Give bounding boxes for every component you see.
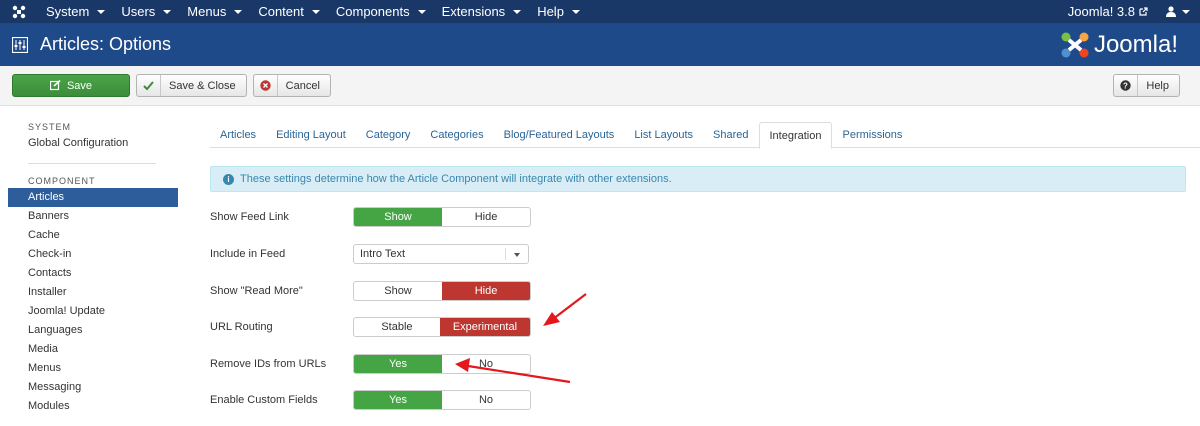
- sidebar-item-menus[interactable]: Menus: [8, 359, 178, 378]
- menu-users[interactable]: Users: [113, 0, 179, 23]
- tab-blog-featured-layouts[interactable]: Blog/Featured Layouts: [494, 122, 625, 148]
- page-header: Articles: Options Joomla!: [0, 23, 1200, 66]
- top-navbar: System Users Menus Content Components Ex…: [0, 0, 1200, 23]
- field-show-feed-link: Show Feed Link Show Hide: [210, 207, 531, 227]
- joomla-brand: Joomla!: [1060, 31, 1178, 59]
- dropdown-arrow-icon: [514, 253, 520, 257]
- user-icon: [1166, 6, 1176, 17]
- sidebar-item-languages[interactable]: Languages: [8, 321, 178, 340]
- checkmark-icon: [137, 75, 161, 96]
- tab-categories[interactable]: Categories: [420, 122, 493, 148]
- sidebar-item-media[interactable]: Media: [8, 340, 178, 359]
- sidebar-heading-component: COMPONENT: [28, 176, 96, 186]
- caret-down-icon: [311, 9, 320, 14]
- menu-system[interactable]: System: [38, 0, 113, 23]
- show-feed-link-show-option[interactable]: Show: [354, 208, 442, 226]
- user-menu[interactable]: [1166, 6, 1190, 17]
- tab-articles[interactable]: Articles: [210, 122, 266, 148]
- tab-shared[interactable]: Shared: [703, 122, 758, 148]
- field-label: Remove IDs from URLs: [210, 358, 327, 370]
- tab-list-layouts[interactable]: List Layouts: [624, 122, 703, 148]
- field-label: Show "Read More": [210, 285, 303, 297]
- menu-extensions[interactable]: Extensions: [434, 0, 530, 23]
- menu-menus[interactable]: Menus: [179, 0, 250, 23]
- field-url-routing: URL Routing Stable Experimental: [210, 317, 531, 337]
- field-label: URL Routing: [210, 321, 273, 333]
- caret-down-icon: [97, 9, 106, 14]
- url-routing-stable-option[interactable]: Stable: [354, 318, 440, 336]
- field-label: Enable Custom Fields: [210, 394, 318, 406]
- custom-fields-toggle: Yes No: [353, 390, 531, 410]
- caret-down-icon: [163, 9, 172, 14]
- remove-ids-toggle: Yes No: [353, 354, 531, 374]
- show-read-more-show-option[interactable]: Show: [354, 282, 442, 300]
- options-sliders-icon: [12, 36, 28, 53]
- toolbar: Save Save & Close Cancel ? Help: [0, 66, 1200, 106]
- tab-permissions[interactable]: Permissions: [832, 122, 912, 148]
- caret-down-icon: [234, 9, 243, 14]
- custom-fields-no-option[interactable]: No: [442, 391, 530, 409]
- field-label: Show Feed Link: [210, 211, 289, 223]
- field-include-in-feed: Include in Feed Intro Text: [210, 244, 529, 264]
- info-circle-icon: i: [223, 173, 234, 185]
- sidebar-item-cache[interactable]: Cache: [8, 226, 178, 245]
- custom-fields-yes-option[interactable]: Yes: [354, 391, 442, 409]
- sidebar-item-installer[interactable]: Installer: [8, 283, 178, 302]
- sidebar-item-articles[interactable]: Articles: [8, 188, 178, 207]
- cancel-button[interactable]: Cancel: [252, 74, 331, 97]
- tab-category[interactable]: Category: [356, 122, 421, 148]
- sidebar-item-messaging[interactable]: Messaging: [8, 378, 178, 397]
- sidebar-item-joomla-update[interactable]: Joomla! Update: [8, 302, 178, 321]
- caret-down-icon: [1182, 9, 1190, 14]
- sidebar-item-contacts[interactable]: Contacts: [8, 264, 178, 283]
- caret-down-icon: [417, 9, 426, 14]
- caret-down-icon: [571, 9, 580, 14]
- site-link[interactable]: Joomla! 3.8: [1068, 4, 1148, 19]
- annotation-arrow-url-routing: [543, 293, 587, 326]
- save-button[interactable]: Save: [12, 74, 130, 97]
- url-routing-experimental-option[interactable]: Experimental: [439, 318, 530, 336]
- save-close-button[interactable]: Save & Close: [136, 74, 247, 97]
- remove-ids-no-option[interactable]: No: [442, 355, 530, 373]
- svg-text:?: ?: [1123, 82, 1128, 91]
- menu-content[interactable]: Content: [250, 0, 328, 23]
- sidebar-heading-system: SYSTEM: [28, 122, 72, 132]
- joomla-logo-icon[interactable]: [0, 5, 38, 19]
- show-read-more-toggle: Show Hide: [353, 281, 531, 301]
- include-in-feed-select[interactable]: Intro Text: [353, 244, 529, 264]
- edit-icon: [49, 75, 61, 96]
- options-tabs: Articles Editing Layout Category Categor…: [210, 122, 1200, 149]
- cancel-circle-icon: [254, 75, 278, 96]
- sidebar: SYSTEM Global Configuration COMPONENT Ar…: [8, 120, 178, 416]
- show-read-more-hide-option[interactable]: Hide: [442, 282, 530, 300]
- sidebar-item-modules[interactable]: Modules: [8, 397, 178, 416]
- remove-ids-yes-option[interactable]: Yes: [354, 355, 442, 373]
- tab-editing-layout[interactable]: Editing Layout: [266, 122, 356, 148]
- sidebar-item-banners[interactable]: Banners: [8, 207, 178, 226]
- caret-down-icon: [513, 9, 522, 14]
- sidebar-item-global-configuration[interactable]: Global Configuration: [8, 134, 178, 153]
- field-show-read-more: Show "Read More" Show Hide: [210, 281, 531, 301]
- info-message: These settings determine how the Article…: [240, 173, 672, 185]
- question-circle-icon: ?: [1114, 75, 1139, 96]
- field-enable-custom-fields: Enable Custom Fields Yes No: [210, 390, 531, 410]
- info-alert: i These settings determine how the Artic…: [210, 166, 1186, 192]
- menu-help[interactable]: Help: [529, 0, 588, 23]
- joomla-brand-icon: [1061, 32, 1089, 58]
- help-button[interactable]: ? Help: [1113, 74, 1180, 97]
- page-title: Articles: Options: [40, 34, 172, 54]
- external-link-icon: [1139, 7, 1148, 16]
- field-remove-ids: Remove IDs from URLs Yes No: [210, 354, 531, 374]
- show-feed-link-toggle: Show Hide: [353, 207, 531, 227]
- tab-integration[interactable]: Integration: [758, 122, 833, 149]
- show-feed-link-hide-option[interactable]: Hide: [442, 208, 530, 226]
- field-label: Include in Feed: [210, 248, 286, 260]
- sidebar-divider: [28, 163, 156, 164]
- url-routing-toggle: Stable Experimental: [353, 317, 531, 337]
- menu-components[interactable]: Components: [328, 0, 434, 23]
- sidebar-item-check-in[interactable]: Check-in: [8, 245, 178, 264]
